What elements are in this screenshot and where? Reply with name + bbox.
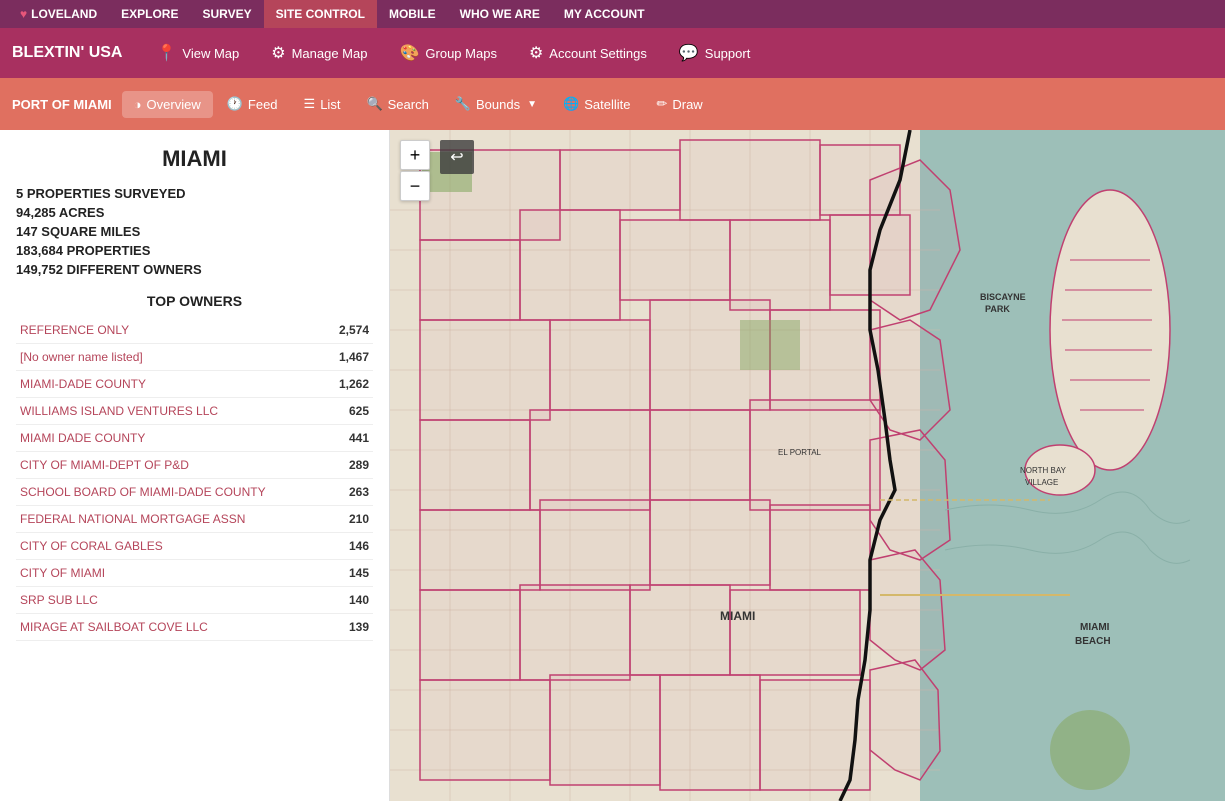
stat-square-miles: 147 SQUARE MILES <box>16 224 373 239</box>
owner-count: 289 <box>326 452 373 479</box>
table-row: FEDERAL NATIONAL MORTGAGE ASSN 210 <box>16 506 373 533</box>
settings-icon: ⚙ <box>529 43 543 63</box>
satellite-icon: 🌐 <box>563 96 579 112</box>
brand-loveland[interactable]: ♥ LOVELAND <box>8 0 109 28</box>
nav-who-we-are[interactable]: WHO WE ARE <box>448 0 552 28</box>
tab-overview[interactable]: ◑ Overview <box>122 91 213 118</box>
bounds-dropdown-arrow: ▼ <box>527 99 537 110</box>
table-row: MIAMI DADE COUNTY 441 <box>16 425 373 452</box>
svg-text:VILLAGE: VILLAGE <box>1025 478 1058 487</box>
owner-count: 1,467 <box>326 344 373 371</box>
owner-name[interactable]: CITY OF MIAMI-DEPT OF P&D <box>20 458 189 472</box>
support-icon: 💬 <box>679 43 699 63</box>
top-navigation: ♥ LOVELAND EXPLORE SURVEY SITE CONTROL M… <box>0 0 1225 28</box>
table-row: CITY OF MIAMI 145 <box>16 560 373 587</box>
svg-text:NORTH BAY: NORTH BAY <box>1020 466 1067 475</box>
nav-my-account[interactable]: MY ACCOUNT <box>552 0 657 28</box>
table-row: MIRAGE AT SAILBOAT COVE LLC 139 <box>16 614 373 641</box>
third-navigation: PORT OF MIAMI ◑ Overview 🕐 Feed ☰ List 🔍… <box>0 78 1225 130</box>
svg-text:BEACH: BEACH <box>1075 636 1111 647</box>
tab-satellite[interactable]: 🌐 Satellite <box>551 90 642 118</box>
view-map-link[interactable]: 📍 View Map <box>142 37 253 69</box>
group-icon: 🎨 <box>399 43 419 63</box>
svg-text:EL PORTAL: EL PORTAL <box>778 448 822 457</box>
list-icon: ☰ <box>304 96 316 112</box>
owner-name[interactable]: MIRAGE AT SAILBOAT COVE LLC <box>20 620 208 634</box>
back-button[interactable]: ↩ <box>440 140 474 174</box>
city-title: MIAMI <box>16 146 373 172</box>
zoom-in-button[interactable]: + <box>400 140 430 170</box>
map-area[interactable]: + − ↩ <box>390 130 1225 801</box>
zoom-controls: + − <box>400 140 430 201</box>
svg-text:PARK: PARK <box>985 304 1010 314</box>
tab-feed[interactable]: 🕐 Feed <box>215 90 290 118</box>
owner-count: 2,574 <box>326 317 373 344</box>
manage-map-link[interactable]: ⚙ Manage Map <box>257 37 381 69</box>
nav-explore[interactable]: EXPLORE <box>109 0 190 28</box>
table-row: MIAMI-DADE COUNTY 1,262 <box>16 371 373 398</box>
owner-count: 625 <box>326 398 373 425</box>
feed-icon: 🕐 <box>227 96 243 112</box>
owner-name[interactable]: FEDERAL NATIONAL MORTGAGE ASSN <box>20 512 245 526</box>
overview-icon: ◑ <box>134 97 142 112</box>
owner-count: 263 <box>326 479 373 506</box>
svg-text:MIAMI: MIAMI <box>1080 622 1110 633</box>
stat-properties: 183,684 PROPERTIES <box>16 243 373 258</box>
table-row: REFERENCE ONLY 2,574 <box>16 317 373 344</box>
owner-count: 139 <box>326 614 373 641</box>
support-link[interactable]: 💬 Support <box>665 37 764 69</box>
svg-text:BISCAYNE: BISCAYNE <box>980 292 1026 302</box>
nav-site-control[interactable]: SITE CONTROL <box>264 0 377 28</box>
manage-icon: ⚙ <box>271 43 285 63</box>
account-settings-link[interactable]: ⚙ Account Settings <box>515 37 661 69</box>
owners-table: REFERENCE ONLY 2,574 [No owner name list… <box>16 317 373 641</box>
tab-bounds[interactable]: 🔧 Bounds ▼ <box>443 90 549 118</box>
owner-name[interactable]: CITY OF CORAL GABLES <box>20 539 163 553</box>
stat-properties-surveyed: 5 PROPERTIES SURVEYED <box>16 186 373 201</box>
brand-blextin: BLEXTIN' USA <box>12 44 122 62</box>
map-svg: NORTH BAY VILLAGE BISCAYNE PARK MIAMI BE… <box>390 130 1225 801</box>
table-row: CITY OF CORAL GABLES 146 <box>16 533 373 560</box>
owner-count: 145 <box>326 560 373 587</box>
zoom-out-button[interactable]: − <box>400 171 430 201</box>
draw-icon: ✏ <box>656 96 667 112</box>
owner-name[interactable]: SRP SUB LLC <box>20 593 98 607</box>
port-title: PORT OF MIAMI <box>12 97 112 112</box>
tab-list[interactable]: ☰ List <box>292 90 353 118</box>
second-navigation: BLEXTIN' USA 📍 View Map ⚙ Manage Map 🎨 G… <box>0 28 1225 78</box>
top-owners-heading: TOP OWNERS <box>16 293 373 309</box>
owner-name[interactable]: MIAMI DADE COUNTY <box>20 431 145 445</box>
table-row: WILLIAMS ISLAND VENTURES LLC 625 <box>16 398 373 425</box>
owner-name[interactable]: [No owner name listed] <box>20 350 143 364</box>
search-icon: 🔍 <box>366 96 382 112</box>
stat-owners: 149,752 DIFFERENT OWNERS <box>16 262 373 277</box>
tab-draw[interactable]: ✏ Draw <box>644 90 714 118</box>
owner-name[interactable]: SCHOOL BOARD OF MIAMI-DADE COUNTY <box>20 485 266 499</box>
table-row: SRP SUB LLC 140 <box>16 587 373 614</box>
table-row: CITY OF MIAMI-DEPT OF P&D 289 <box>16 452 373 479</box>
main-content: MIAMI 5 PROPERTIES SURVEYED 94,285 ACRES… <box>0 130 1225 801</box>
pin-icon: 📍 <box>156 43 176 63</box>
owner-name[interactable]: REFERENCE ONLY <box>20 323 129 337</box>
tab-search[interactable]: 🔍 Search <box>354 90 440 118</box>
nav-survey[interactable]: SURVEY <box>190 0 263 28</box>
bounds-icon: 🔧 <box>455 96 471 112</box>
svg-text:MIAMI: MIAMI <box>720 609 755 623</box>
owner-name[interactable]: CITY OF MIAMI <box>20 566 105 580</box>
sidebar: MIAMI 5 PROPERTIES SURVEYED 94,285 ACRES… <box>0 130 390 801</box>
table-row: SCHOOL BOARD OF MIAMI-DADE COUNTY 263 <box>16 479 373 506</box>
owner-name[interactable]: WILLIAMS ISLAND VENTURES LLC <box>20 404 218 418</box>
owner-count: 140 <box>326 587 373 614</box>
owner-count: 1,262 <box>326 371 373 398</box>
owner-count: 210 <box>326 506 373 533</box>
owner-count: 441 <box>326 425 373 452</box>
group-maps-link[interactable]: 🎨 Group Maps <box>385 37 510 69</box>
owner-name[interactable]: MIAMI-DADE COUNTY <box>20 377 146 391</box>
heart-icon: ♥ <box>20 7 27 21</box>
owner-count: 146 <box>326 533 373 560</box>
table-row: [No owner name listed] 1,467 <box>16 344 373 371</box>
stat-acres: 94,285 ACRES <box>16 205 373 220</box>
nav-mobile[interactable]: MOBILE <box>377 0 448 28</box>
